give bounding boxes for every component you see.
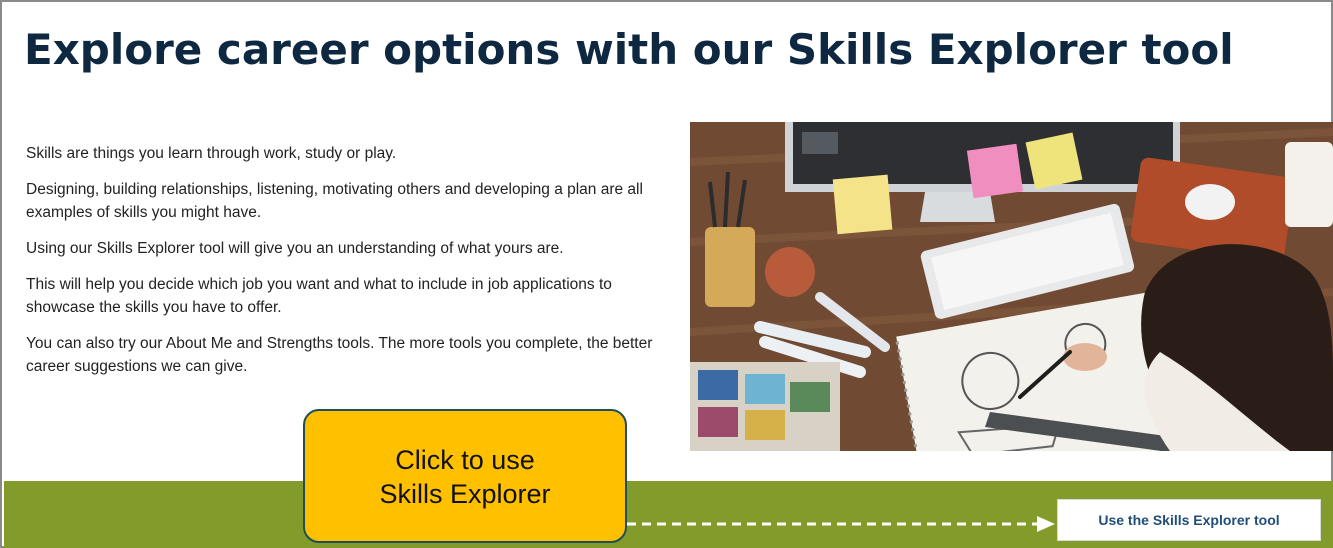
intro-text: Skills are things you learn through work… — [26, 142, 666, 391]
page-frame: Explore career options with our Skills E… — [0, 0, 1333, 548]
paragraph-4: This will help you decide which job you … — [26, 276, 612, 316]
paragraph-2: Designing, building relationships, liste… — [26, 181, 643, 221]
desk-photo — [690, 122, 1333, 451]
paragraph-3: Using our Skills Explorer tool will give… — [26, 240, 564, 257]
paragraph-5: You can also try our About Me and Streng… — [26, 335, 653, 375]
callout-label: Click to use Skills Explorer — [379, 445, 551, 509]
page-title: Explore career options with our Skills E… — [24, 25, 1234, 74]
use-skills-explorer-button[interactable]: Use the Skills Explorer tool — [1057, 499, 1321, 541]
instruction-callout: Click to use Skills Explorer — [303, 409, 627, 543]
dashed-arrow-icon — [627, 516, 1055, 532]
paragraph-1: Skills are things you learn through work… — [26, 145, 397, 162]
